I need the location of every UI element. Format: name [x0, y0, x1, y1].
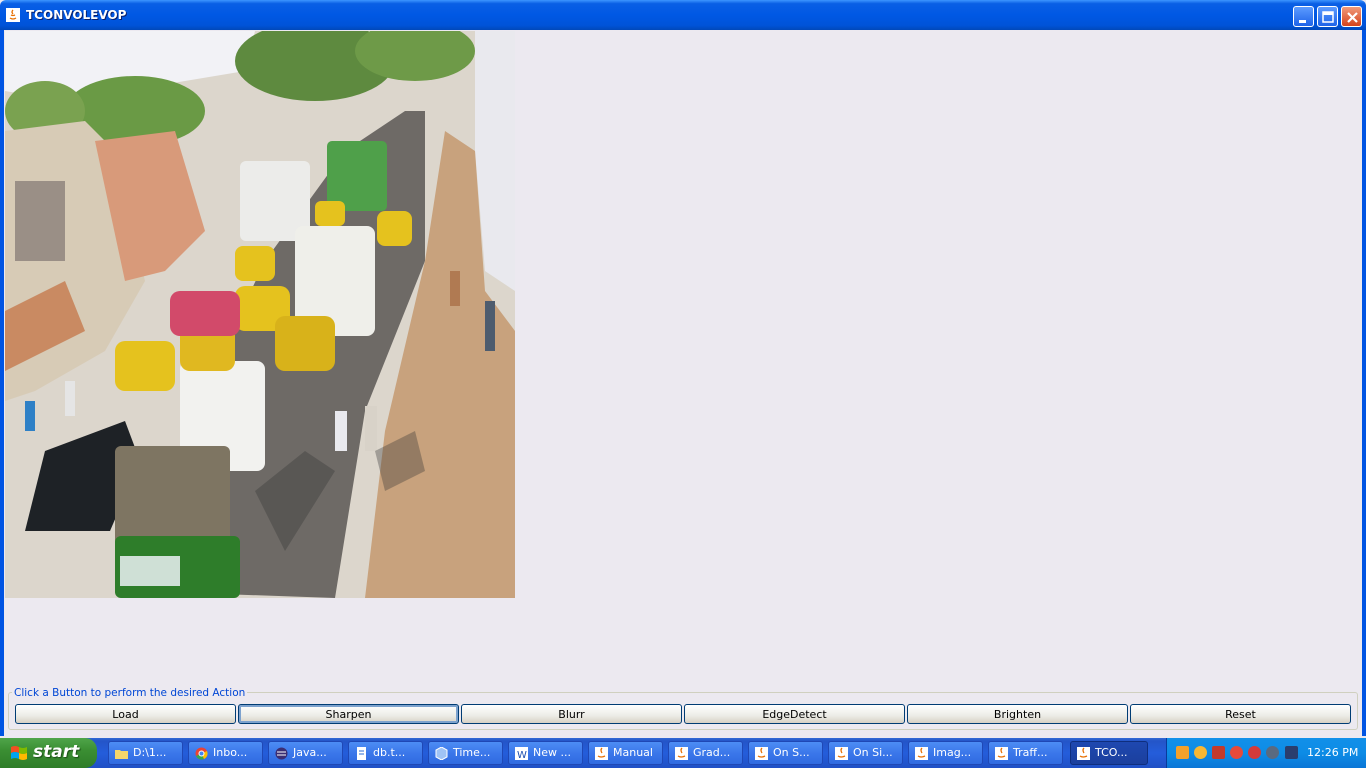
taskbar-item-label: db.t... — [373, 746, 406, 759]
taskbar-item-label: On S... — [773, 746, 810, 759]
taskbar-item-java-tco[interactable]: TCO... — [1070, 741, 1148, 765]
volume-tray-icon[interactable] — [1212, 746, 1225, 759]
java-icon — [595, 747, 608, 760]
reset-button[interactable]: Reset — [1130, 704, 1351, 724]
start-button[interactable]: start — [0, 738, 97, 768]
taskbar-item-label: Imag... — [933, 746, 972, 759]
taskbar-item-folder[interactable]: D:\1... — [108, 741, 183, 765]
minimize-icon — [1299, 20, 1306, 23]
settings-tray-icon[interactable] — [1266, 746, 1279, 759]
taskbar-item-label: Time... — [453, 746, 491, 759]
window-title: TCONVOLEVOP — [26, 8, 127, 22]
load-button[interactable]: Load — [15, 704, 236, 724]
word-icon: W — [515, 747, 528, 760]
cube-icon — [435, 747, 448, 760]
taskbar-item-label: Inbo... — [213, 746, 248, 759]
taskbar-item-java-grad[interactable]: Grad... — [668, 741, 743, 765]
window-frame-right — [1362, 30, 1366, 736]
taskbar-item-java-imag[interactable]: Imag... — [908, 741, 983, 765]
taskbar-item-label: D:\1... — [133, 746, 167, 759]
security-tray-icon[interactable] — [1248, 746, 1261, 759]
edgedetect-button[interactable]: EdgeDetect — [684, 704, 905, 724]
update-tray-icon[interactable] — [1194, 746, 1207, 759]
minimize-button[interactable] — [1293, 6, 1314, 27]
action-group-title: Click a Button to perform the desired Ac… — [12, 687, 248, 699]
taskbar-item-cube[interactable]: Time... — [428, 741, 503, 765]
network-tray-icon[interactable] — [1285, 746, 1298, 759]
taskbar-item-word[interactable]: W New ... — [508, 741, 583, 765]
document-icon — [357, 747, 366, 760]
maximize-icon — [1322, 11, 1334, 23]
taskbar-item-chrome[interactable]: Inbo... — [188, 741, 263, 765]
folder-icon — [115, 750, 128, 759]
taskbar-item-eclipse[interactable]: Java... — [268, 741, 343, 765]
start-label: start — [33, 742, 80, 762]
java-app-icon — [6, 8, 20, 22]
taskbar-item-label: Traff... — [1013, 746, 1048, 759]
close-icon — [1347, 12, 1358, 23]
brighten-button[interactable]: Brighten — [907, 704, 1128, 724]
java-icon — [755, 747, 768, 760]
clock[interactable]: 12:26 PM — [1307, 746, 1358, 759]
java-icon — [835, 747, 848, 760]
taskbar-item-document[interactable]: db.t... — [348, 741, 423, 765]
svg-text:W: W — [517, 750, 527, 760]
java-icon — [995, 747, 1008, 760]
taskbar-item-label: New ... — [533, 746, 571, 759]
title-bar[interactable]: TCONVOLEVOP — [0, 0, 1366, 30]
java-icon — [915, 747, 928, 760]
taskbar-item-label: On Si... — [853, 746, 893, 759]
chrome-icon — [195, 747, 208, 760]
taskbar-item-java-traff[interactable]: Traff... — [988, 741, 1063, 765]
java-icon — [675, 747, 688, 760]
taskbar-item-label: Java... — [293, 746, 327, 759]
image-display — [5, 31, 515, 598]
sharpen-button[interactable]: Sharpen — [238, 704, 459, 724]
blurr-button[interactable]: Blurr — [461, 704, 682, 724]
taskbar-item-label: TCO... — [1095, 746, 1128, 759]
windows-flag-icon — [11, 746, 27, 760]
taskbar-item-java-manual[interactable]: Manual — [588, 741, 663, 765]
taskbar-item-java-ons[interactable]: On S... — [748, 741, 823, 765]
antivirus-tray-icon[interactable] — [1230, 746, 1243, 759]
java-icon — [1077, 747, 1090, 760]
eclipse-icon — [275, 747, 288, 760]
java-tray-icon[interactable] — [1176, 746, 1189, 759]
close-button[interactable] — [1341, 6, 1362, 27]
maximize-button[interactable] — [1317, 6, 1338, 27]
taskbar-item-label: Grad... — [693, 746, 731, 759]
taskbar-item-java-onsi[interactable]: On Si... — [828, 741, 903, 765]
taskbar-item-label: Manual — [613, 746, 653, 759]
